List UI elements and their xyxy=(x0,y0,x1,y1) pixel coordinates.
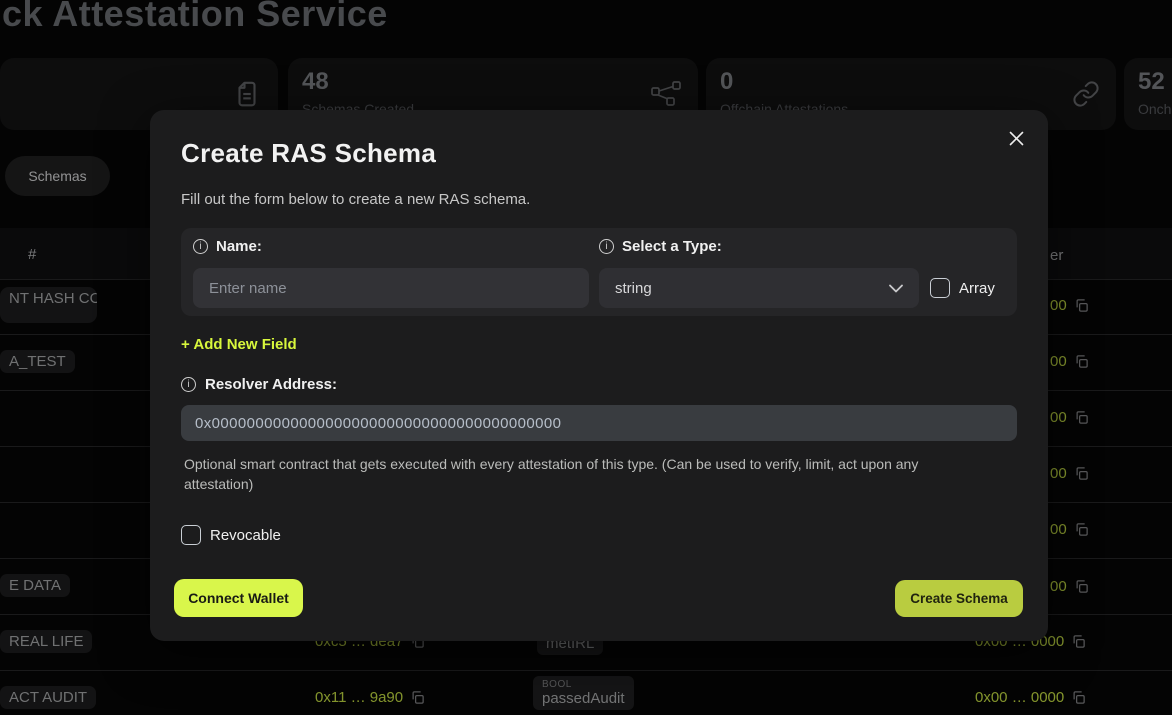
resolver-help-text: Optional smart contract that gets execut… xyxy=(184,455,972,495)
modal-title: Create RAS Schema xyxy=(181,138,436,169)
chevron-down-icon xyxy=(889,284,903,293)
connect-wallet-button[interactable]: Connect Wallet xyxy=(174,579,303,617)
modal-subtitle: Fill out the form below to create a new … xyxy=(181,191,530,208)
app-window: ck Attestation Service 48 Schemas Create… xyxy=(0,0,1172,715)
type-select[interactable]: string xyxy=(599,268,919,308)
name-input[interactable] xyxy=(193,268,589,308)
info-icon: i xyxy=(181,377,196,392)
create-schema-button[interactable]: Create Schema xyxy=(895,580,1023,617)
array-checkbox[interactable] xyxy=(930,278,950,298)
type-field-label: i Select a Type: xyxy=(599,238,722,255)
revocable-option: Revocable xyxy=(181,525,281,545)
info-icon: i xyxy=(599,239,614,254)
close-icon[interactable] xyxy=(1002,124,1030,152)
name-field-label: i Name: xyxy=(193,238,262,255)
resolver-address-input[interactable] xyxy=(181,405,1017,441)
array-option: Array xyxy=(930,278,995,298)
schema-field-row: i Name: i Select a Type: string Array xyxy=(181,228,1017,316)
resolver-address-label: i Resolver Address: xyxy=(181,376,337,393)
add-new-field-link[interactable]: + Add New Field xyxy=(181,336,297,353)
type-select-value: string xyxy=(615,280,652,297)
revocable-checkbox[interactable] xyxy=(181,525,201,545)
revocable-label: Revocable xyxy=(210,527,281,544)
array-label: Array xyxy=(959,280,995,297)
create-schema-modal: Create RAS Schema Fill out the form belo… xyxy=(150,110,1048,641)
info-icon: i xyxy=(193,239,208,254)
